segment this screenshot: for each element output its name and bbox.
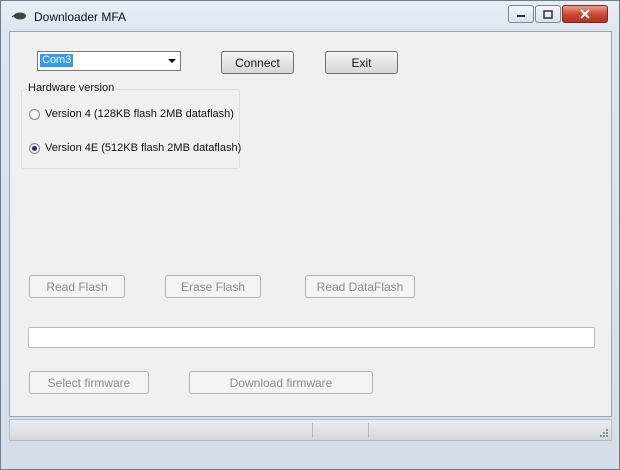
- maximize-icon: [543, 9, 553, 19]
- hardware-version-group: [21, 89, 240, 169]
- erase-flash-button[interactable]: Erase Flash: [165, 275, 261, 298]
- title-bar[interactable]: Downloader MFA: [1, 1, 619, 31]
- minimize-icon: [517, 15, 525, 17]
- chevron-down-icon[interactable]: [168, 59, 176, 63]
- progress-bar: [28, 327, 595, 348]
- radio-version-4[interactable]: Version 4 (128KB flash 2MB dataflash): [29, 108, 234, 120]
- download-firmware-button[interactable]: Download firmware: [189, 371, 373, 394]
- window-title: Downloader MFA: [34, 10, 127, 24]
- minimize-button[interactable]: [508, 5, 534, 23]
- app-window: Downloader MFA Com3 Connect Exit Hardwar…: [0, 0, 620, 470]
- mouse-icon: [11, 12, 26, 20]
- maximize-button[interactable]: [535, 5, 561, 23]
- radio-version-4-label: Version 4 (128KB flash 2MB dataflash): [45, 108, 234, 120]
- status-bar: [9, 419, 612, 441]
- radio-checked-icon[interactable]: [29, 142, 40, 154]
- exit-button[interactable]: Exit: [325, 51, 398, 74]
- client-area: Com3 Connect Exit Hardware version Versi…: [9, 31, 612, 417]
- read-dataflash-button[interactable]: Read DataFlash: [305, 275, 415, 298]
- radio-version-4e-label: Version 4E (512KB flash 2MB dataflash): [45, 142, 242, 154]
- hardware-version-label: Hardware version: [27, 82, 116, 94]
- status-separator: [312, 423, 313, 437]
- close-icon: [580, 9, 590, 19]
- resize-grip-icon[interactable]: [599, 428, 609, 438]
- connect-button[interactable]: Connect: [221, 51, 294, 74]
- status-separator: [368, 423, 369, 437]
- read-flash-button[interactable]: Read Flash: [29, 275, 125, 298]
- com-port-value: Com3: [40, 54, 74, 67]
- select-firmware-button[interactable]: Select firmware: [29, 371, 149, 394]
- radio-version-4e[interactable]: Version 4E (512KB flash 2MB dataflash): [29, 142, 241, 154]
- radio-icon[interactable]: [29, 108, 40, 120]
- com-port-dropdown[interactable]: Com3: [37, 51, 181, 71]
- close-button[interactable]: [562, 5, 608, 23]
